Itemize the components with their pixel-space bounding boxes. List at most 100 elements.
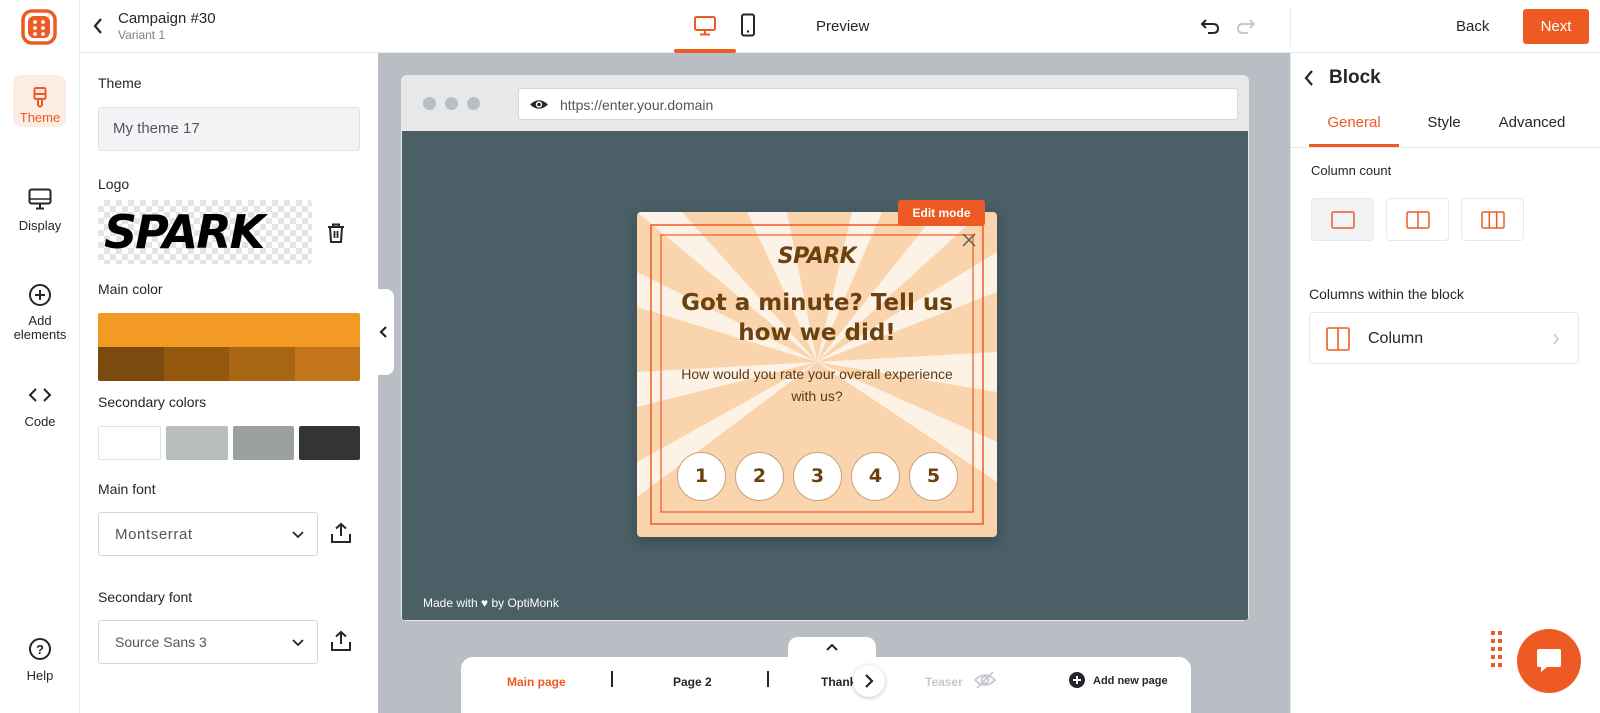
tab-style[interactable]: Style [1409, 105, 1479, 141]
desktop-view-button[interactable] [674, 0, 736, 53]
columns-within-label: Columns within the block [1309, 286, 1464, 302]
logo-label: Logo [98, 176, 130, 192]
trash-icon[interactable] [326, 222, 346, 244]
rail-label: Code [24, 414, 56, 429]
theme-name-input[interactable]: My theme 17 [98, 107, 360, 151]
rail-label: Add elements [13, 313, 67, 342]
chevron-right-icon [865, 674, 874, 688]
chat-launcher-button[interactable] [1517, 629, 1581, 693]
main-color-shade[interactable] [229, 347, 295, 381]
eye-icon [530, 100, 548, 109]
main-color-shade[interactable] [163, 347, 229, 381]
rail-item-display[interactable]: Display [0, 186, 80, 233]
main-color-swatch[interactable] [98, 313, 360, 381]
secondary-color-swatch[interactable] [98, 426, 162, 460]
rating-button-3[interactable]: 3 [793, 452, 842, 501]
main-color-primary [98, 313, 360, 347]
app-logo-icon [21, 9, 57, 45]
rail-item-theme[interactable]: Theme [0, 86, 80, 125]
code-icon [28, 388, 52, 402]
column-count-3-button[interactable] [1461, 198, 1524, 241]
collapse-panel-button[interactable] [372, 289, 394, 375]
rail-label: Help [26, 668, 54, 683]
tab-general[interactable]: General [1309, 105, 1399, 147]
logo-preview[interactable]: SPARK [98, 200, 312, 264]
made-with-credit: Made with ♥ by OptiMonk [423, 596, 559, 610]
url-text: https://enter.your.domain [560, 97, 714, 113]
undo-icon[interactable] [1200, 17, 1220, 35]
chevron-down-icon [292, 639, 304, 647]
desktop-icon [694, 16, 716, 36]
chevron-up-icon [826, 643, 838, 651]
mobile-view-button[interactable] [740, 13, 756, 37]
column-item-label: Column [1368, 330, 1424, 347]
tabs-divider [1291, 147, 1600, 148]
rating-button-4[interactable]: 4 [851, 452, 900, 501]
rail-label: Theme [19, 110, 61, 125]
redo-icon[interactable] [1236, 17, 1256, 35]
window-dot [423, 97, 436, 110]
mobile-icon [741, 13, 755, 37]
one-column-icon [1331, 211, 1355, 229]
secondary-font-select[interactable]: Source Sans 3 [98, 620, 318, 664]
rail-item-code[interactable]: Code [0, 382, 80, 429]
add-new-page-button[interactable]: Add new page [1093, 675, 1168, 687]
main-color-label: Main color [98, 281, 163, 297]
popup-headline: Got a minute? Tell us how we did! [681, 290, 953, 346]
window-dot [467, 97, 480, 110]
panel-title: Block [1329, 67, 1381, 88]
page-separator [611, 671, 613, 687]
url-bar[interactable]: https://enter.your.domain [518, 88, 1238, 120]
top-bar: Campaign #30 Variant 1 Preview Back Next [80, 0, 1600, 53]
page-tab-main[interactable]: Main page [507, 675, 566, 689]
rating-button-1[interactable]: 1 [677, 452, 726, 501]
next-button[interactable]: Next [1523, 9, 1589, 44]
secondary-font-value: Source Sans 3 [115, 634, 207, 650]
main-font-select[interactable]: Montserrat [98, 512, 318, 556]
logo-text: SPARK [104, 205, 265, 259]
page-separator [767, 671, 769, 687]
column-icon [1326, 327, 1350, 351]
popup-logo: SPARK [777, 244, 857, 269]
left-rail: Theme Display Add elements Code ? Help [0, 0, 80, 713]
app-logo[interactable] [21, 9, 57, 45]
upload-secondary-font-icon[interactable] [330, 630, 352, 652]
secondary-colors [98, 426, 360, 460]
page-tab-page2[interactable]: Page 2 [673, 675, 712, 689]
add-page-icon[interactable] [1069, 672, 1085, 688]
main-color-shade[interactable] [294, 347, 360, 381]
plus-circle-icon [29, 284, 51, 306]
chevron-left-icon [379, 326, 387, 338]
secondary-font-label: Secondary font [98, 589, 193, 605]
rail-item-help[interactable]: ? Help [0, 636, 80, 683]
rating-button-2[interactable]: 2 [735, 452, 784, 501]
back-chevron-icon[interactable] [92, 17, 104, 35]
column-count-1-button[interactable] [1311, 198, 1374, 241]
panel-back-icon[interactable] [1303, 69, 1315, 87]
three-column-icon [1481, 211, 1505, 229]
page-tab-thank[interactable]: Thank [821, 675, 856, 689]
column-count-2-button[interactable] [1386, 198, 1449, 241]
preview-button[interactable]: Preview [816, 18, 869, 35]
rating-button-5[interactable]: 5 [909, 452, 958, 501]
page-scroll-right-button[interactable] [853, 665, 885, 697]
page-tab-teaser[interactable]: Teaser [925, 675, 963, 689]
secondary-color-swatch[interactable] [298, 426, 360, 460]
eye-off-icon[interactable] [973, 670, 997, 690]
monitor-icon [28, 188, 52, 210]
block-settings-panel: Block General Style Advanced Column coun… [1290, 53, 1600, 713]
window-dot [445, 97, 458, 110]
help-icon: ? [29, 638, 51, 660]
secondary-color-swatch[interactable] [166, 426, 228, 460]
upload-main-font-icon[interactable] [330, 522, 352, 544]
theme-label: Theme [98, 75, 142, 91]
tab-advanced[interactable]: Advanced [1487, 105, 1577, 141]
drag-handle-icon[interactable] [1491, 631, 1503, 667]
main-font-label: Main font [98, 481, 156, 497]
back-button[interactable]: Back [1456, 18, 1489, 35]
column-list-item[interactable]: Column [1309, 312, 1579, 364]
secondary-color-swatch[interactable] [232, 426, 294, 460]
main-color-shade[interactable] [98, 347, 164, 381]
rail-item-add-elements[interactable]: Add elements [0, 282, 80, 342]
edit-mode-badge[interactable]: Edit mode [898, 200, 985, 226]
